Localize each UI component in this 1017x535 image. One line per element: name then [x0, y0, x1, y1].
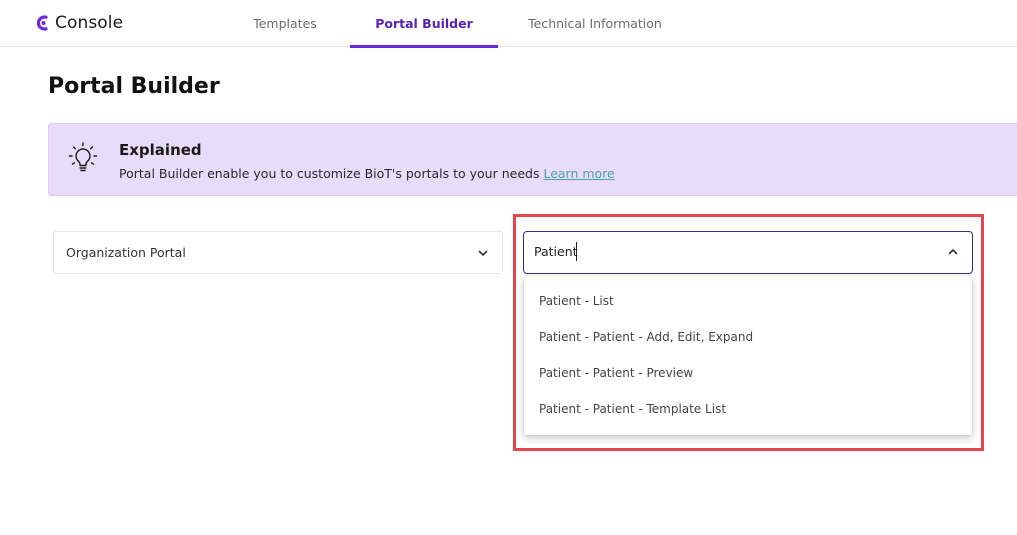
app-name: Console — [55, 13, 124, 33]
top-navigation-bar: Console Templates Portal Builder Technic… — [0, 0, 1017, 48]
view-dropdown-menu: Patient - List Patient - Patient - Add, … — [524, 276, 972, 435]
console-logo-icon — [36, 15, 48, 31]
dropdown-option-patient-preview[interactable]: Patient - Patient - Preview — [524, 355, 972, 391]
page-title: Portal Builder — [48, 74, 220, 99]
banner-text: Portal Builder enable you to customize B… — [119, 166, 615, 181]
tab-templates[interactable]: Templates — [240, 0, 330, 47]
lightbulb-icon — [68, 142, 98, 172]
banner-title: Explained — [119, 141, 202, 159]
text-cursor — [576, 242, 577, 261]
tab-technical-information[interactable]: Technical Information — [520, 0, 670, 47]
dropdown-option-patient-list[interactable]: Patient - List — [524, 283, 972, 319]
chevron-up-icon[interactable] — [946, 245, 960, 259]
explained-banner: Explained Portal Builder enable you to c… — [48, 123, 1017, 196]
learn-more-link[interactable]: Learn more — [543, 166, 614, 181]
banner-description: Portal Builder enable you to customize B… — [119, 166, 540, 181]
view-select[interactable] — [523, 231, 973, 274]
dropdown-option-patient-add-edit-expand[interactable]: Patient - Patient - Add, Edit, Expand — [524, 319, 972, 355]
view-search-input[interactable] — [534, 244, 914, 259]
portal-select-value: Organization Portal — [66, 245, 186, 260]
tab-portal-builder[interactable]: Portal Builder — [350, 0, 498, 48]
chevron-down-icon — [478, 250, 488, 256]
dropdown-option-patient-template-list[interactable]: Patient - Patient - Template List — [524, 391, 972, 427]
console-logo[interactable]: Console — [35, 12, 123, 34]
portal-select[interactable]: Organization Portal — [53, 231, 503, 274]
